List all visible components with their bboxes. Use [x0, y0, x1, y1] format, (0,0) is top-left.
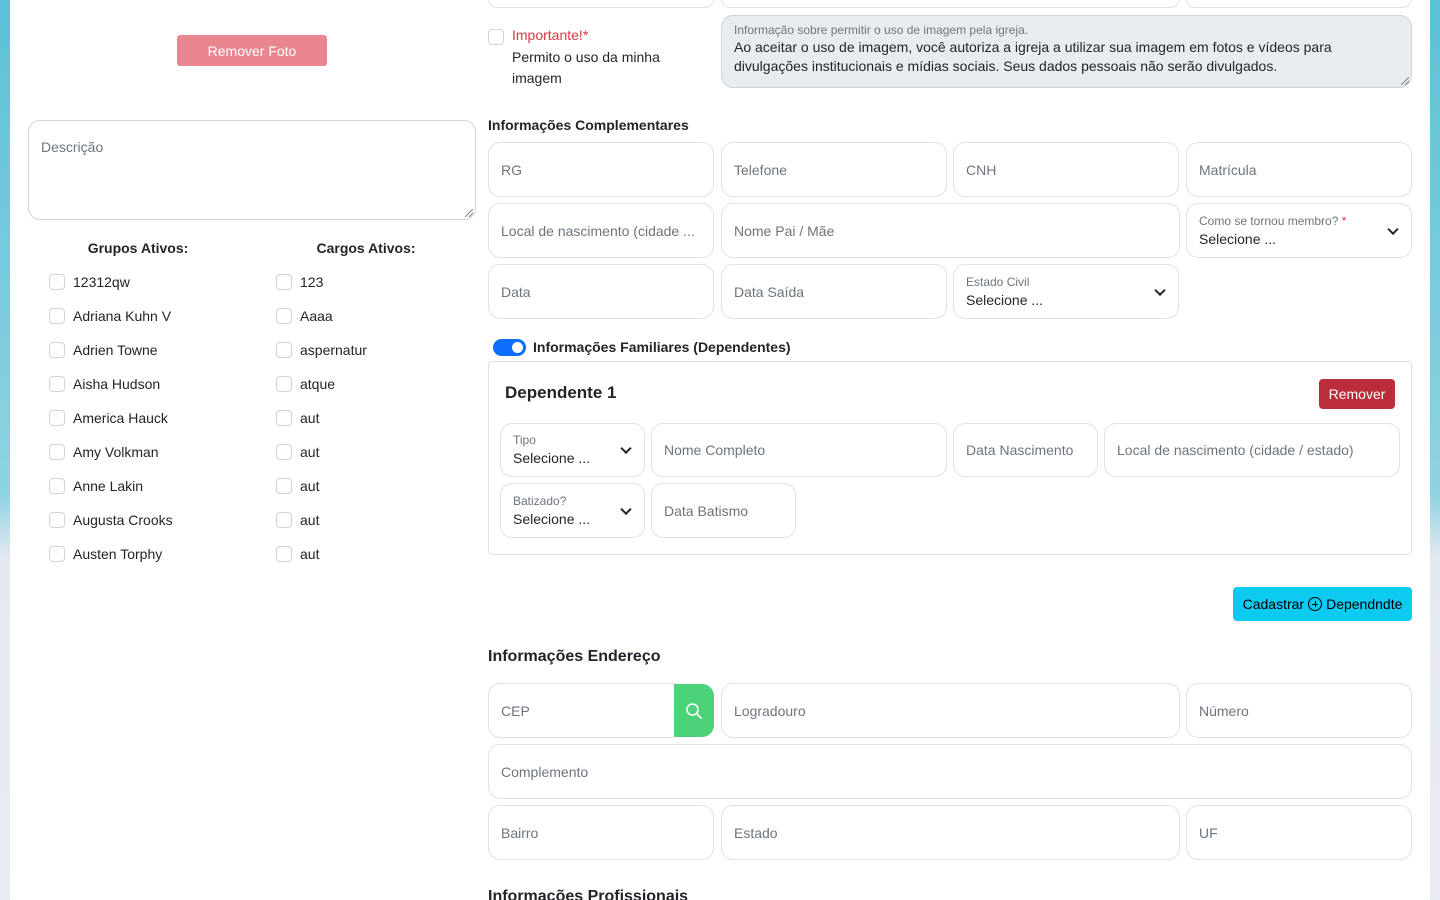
checkbox[interactable] — [276, 410, 292, 426]
add-dependent-button[interactable]: Cadastrar Dependndte — [1233, 587, 1412, 621]
checkbox[interactable] — [49, 342, 65, 358]
checkbox[interactable] — [49, 444, 65, 460]
cargo-item[interactable]: aut — [276, 503, 367, 537]
nome-completo-input[interactable]: Nome Completo — [651, 423, 947, 477]
chevron-down-icon — [620, 503, 632, 515]
grupo-item[interactable]: Amy Volkman — [49, 435, 173, 469]
section-title-familiares: Informações Familiares (Dependentes) — [533, 339, 791, 355]
remove-dependent-button[interactable]: Remover — [1319, 379, 1395, 409]
cargo-item[interactable]: aut — [276, 469, 367, 503]
grupo-item[interactable]: Adriana Kuhn V — [49, 299, 173, 333]
plus-circle-icon — [1308, 597, 1323, 611]
chevron-down-icon — [1387, 223, 1399, 235]
grupos-title: Grupos Ativos: — [87, 240, 189, 256]
estado-civil-select[interactable]: Estado Civil Selecione ... — [953, 264, 1179, 319]
cargos-title: Cargos Ativos: — [316, 240, 416, 256]
image-info-text: Ao aceitar o uso de imagem, você autoriz… — [734, 39, 1332, 74]
cargo-item[interactable]: aspernatur — [276, 333, 367, 367]
checkbox[interactable] — [49, 376, 65, 392]
section-title-endereco: Informações Endereço — [488, 648, 661, 665]
data-saida-input[interactable]: Data Saída — [721, 264, 947, 319]
cargo-item[interactable]: Aaaa — [276, 299, 367, 333]
chevron-down-icon — [620, 442, 632, 455]
checkbox[interactable] — [276, 376, 292, 392]
tipo-select[interactable]: Tipo Selecione ... — [500, 423, 645, 477]
checkbox[interactable] — [49, 308, 65, 324]
important-label: Importante!* — [512, 27, 589, 43]
numero-input[interactable]: Número — [1186, 683, 1412, 738]
como-membro-select[interactable]: Como se tornou membro? * Selecione ... — [1186, 203, 1412, 258]
grupo-item[interactable]: Aisha Hudson — [49, 367, 173, 401]
cnh-input[interactable]: CNH — [953, 142, 1179, 197]
logradouro-input[interactable]: Logradouro — [721, 683, 1180, 738]
description-textarea[interactable]: Descrição — [28, 120, 476, 220]
complemento-input[interactable]: Complemento — [488, 744, 1412, 799]
image-info-label: Informação sobre permitir o uso de image… — [734, 23, 1029, 37]
dependente-title: Dependente 1 — [505, 383, 617, 402]
search-icon — [686, 702, 702, 719]
checkbox[interactable] — [276, 342, 292, 358]
checkbox[interactable] — [276, 512, 292, 528]
telefone-input[interactable]: Telefone — [721, 142, 947, 197]
batizado-select[interactable]: Batizado? Selecione ... — [500, 483, 645, 538]
field-top-cut — [488, 0, 714, 8]
nome-pai-mae-input[interactable]: Nome Pai / Mãe — [721, 203, 1180, 258]
cargo-item[interactable]: aut — [276, 435, 367, 469]
checkbox[interactable] — [49, 274, 65, 290]
uf-input[interactable]: UF — [1186, 805, 1412, 860]
field-top-cut — [721, 0, 1180, 8]
checkbox[interactable] — [276, 274, 292, 290]
checkbox[interactable] — [276, 444, 292, 460]
checkbox[interactable] — [276, 478, 292, 494]
dependente-local-nascimento-input[interactable]: Local de nascimento (cidade / estado) — [1104, 423, 1400, 477]
local-nascimento-input[interactable]: Local de nascimento (cidade ... — [488, 203, 714, 258]
cargo-item[interactable]: 123 — [276, 265, 367, 299]
image-consent-checkbox[interactable] — [488, 29, 504, 45]
data-input[interactable]: Data — [488, 264, 714, 319]
resize-grip-icon — [1401, 77, 1409, 85]
data-batismo-input[interactable]: Data Batismo — [651, 483, 796, 538]
cargo-item[interactable]: atque — [276, 367, 367, 401]
checkbox[interactable] — [276, 308, 292, 324]
rg-input[interactable]: RG — [488, 142, 714, 197]
remove-photo-button[interactable]: Remover Foto — [177, 35, 327, 66]
grupo-item[interactable]: Austen Torphy — [49, 537, 173, 571]
grupo-item[interactable]: Anne Lakin — [49, 469, 173, 503]
grupo-item[interactable]: America Hauck — [49, 401, 173, 435]
resize-grip-icon[interactable] — [465, 209, 473, 217]
section-title-complementares: Informações Complementares — [488, 117, 689, 133]
section-title-profissionais: Informações Profissionais — [488, 888, 689, 900]
checkbox[interactable] — [49, 546, 65, 562]
grupos-list: 12312qw Adriana Kuhn V Adrien Towne Aish… — [49, 265, 173, 571]
grupo-item[interactable]: Augusta Crooks — [49, 503, 173, 537]
image-info-textarea: Informação sobre permitir o uso de image… — [721, 15, 1412, 88]
cargo-item[interactable]: aut — [276, 537, 367, 571]
checkbox[interactable] — [49, 410, 65, 426]
grupo-item[interactable]: Adrien Towne — [49, 333, 173, 367]
dependentes-toggle[interactable] — [493, 339, 526, 356]
matricula-input[interactable]: Matrícula — [1186, 142, 1412, 197]
chevron-down-icon — [1154, 284, 1166, 296]
checkbox[interactable] — [276, 546, 292, 562]
field-top-cut — [1186, 0, 1412, 8]
estado-input[interactable]: Estado — [721, 805, 1180, 860]
description-placeholder: Descrição — [41, 139, 104, 155]
grupo-item[interactable]: 12312qw — [49, 265, 173, 299]
image-consent-label[interactable]: Permito o uso da minha imagem — [512, 47, 692, 89]
bairro-input[interactable]: Bairro — [488, 805, 714, 860]
cep-search-button[interactable] — [674, 684, 714, 737]
cargo-item[interactable]: aut — [276, 401, 367, 435]
cargos-list: 123 Aaaa aspernatur atque aut aut aut au… — [276, 265, 367, 571]
checkbox[interactable] — [49, 512, 65, 528]
cep-input[interactable]: CEP — [488, 683, 675, 738]
data-nascimento-input[interactable]: Data Nascimento — [953, 423, 1098, 477]
checkbox[interactable] — [49, 478, 65, 494]
